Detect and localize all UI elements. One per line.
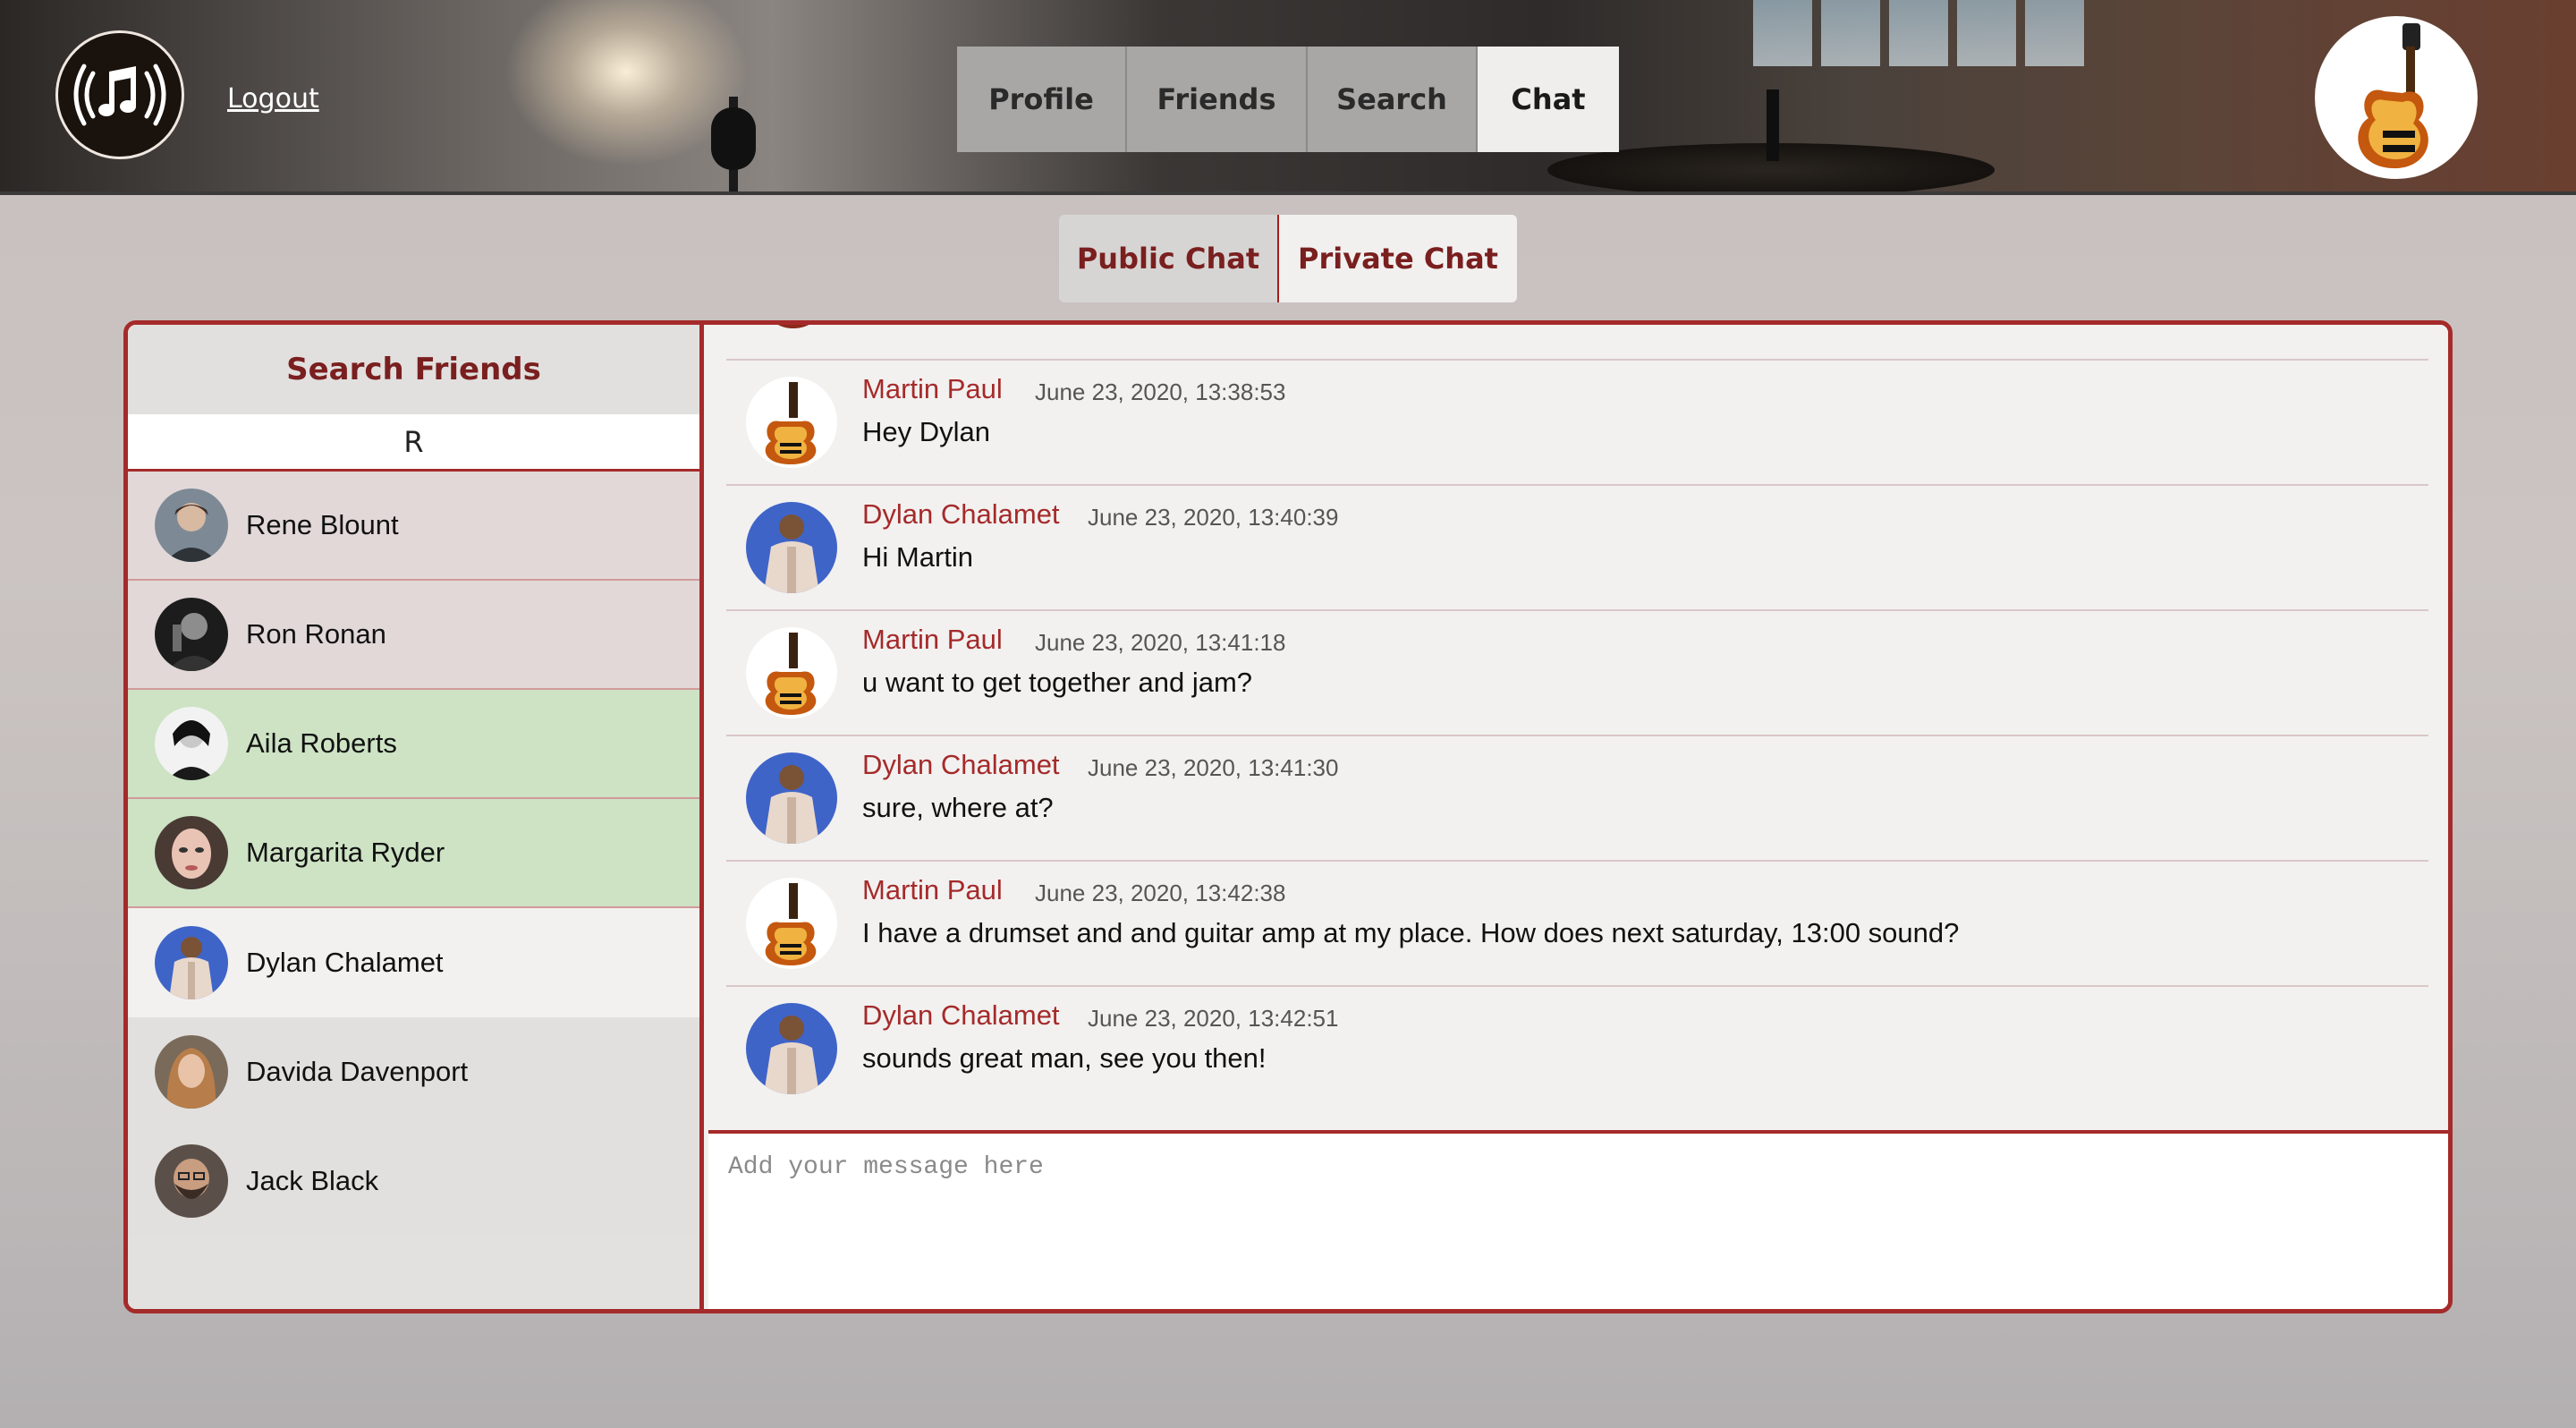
- header-banner: Logout Profile Friends Search Chat: [0, 0, 2576, 195]
- guitar-icon: [746, 627, 837, 718]
- friend-name: Rene Blount: [246, 509, 399, 540]
- message-author[interactable]: Martin Paul: [862, 874, 1003, 906]
- microphone-icon: [711, 107, 756, 170]
- message-text: sounds great man, see you then!: [862, 1042, 1267, 1074]
- friend-name: Jack Black: [246, 1165, 379, 1196]
- friend-item-dylan-chalamet[interactable]: Dylan Chalamet: [128, 908, 699, 1017]
- background-window: [2025, 0, 2084, 66]
- friends-search-input[interactable]: [128, 414, 699, 472]
- avatar: [155, 598, 228, 671]
- message-author[interactable]: Martin Paul: [862, 624, 1003, 656]
- message-item: Dylan Chalamet June 23, 2020, 13:40:39 H…: [726, 486, 2428, 611]
- friend-item-jack-black[interactable]: Jack Black: [128, 1126, 699, 1236]
- message-author[interactable]: Dylan Chalamet: [862, 749, 1060, 781]
- message-timestamp: June 23, 2020, 13:41:18: [1035, 629, 1286, 656]
- message-timestamp: June 23, 2020, 13:41:30: [1088, 754, 1339, 781]
- guitar-icon: [2358, 23, 2428, 169]
- friend-name: Aila Roberts: [246, 727, 397, 759]
- avatar: [155, 707, 228, 780]
- friends-title: Search Friends: [128, 325, 699, 414]
- avatar: [155, 816, 228, 889]
- person-icon: [746, 1003, 837, 1094]
- background-window: [1889, 0, 1948, 66]
- user-avatar[interactable]: [2315, 16, 2478, 179]
- background-window: [1957, 0, 2016, 66]
- friend-name: Ron Ronan: [246, 618, 386, 650]
- message-text: u want to get together and jam?: [862, 667, 1253, 698]
- friend-name: Dylan Chalamet: [246, 947, 444, 978]
- message-input[interactable]: [708, 1134, 2448, 1309]
- message-text: sure, where at?: [862, 792, 1054, 823]
- message-composer: [708, 1130, 2448, 1309]
- friend-item-ron-ronan[interactable]: Ron Ronan: [128, 581, 699, 690]
- tab-private-chat[interactable]: Private Chat: [1279, 215, 1517, 302]
- message-timestamp: June 23, 2020, 13:42:51: [1088, 1005, 1339, 1032]
- friend-item-rene-blount[interactable]: Rene Blount: [128, 472, 699, 581]
- message-timestamp: June 23, 2020, 13:42:38: [1035, 880, 1286, 906]
- message-timestamp: June 23, 2020, 13:40:39: [1088, 504, 1339, 531]
- background-window: [1753, 0, 1812, 66]
- avatar: [155, 489, 228, 562]
- chat-panel: Search Friends Rene Blount Ron Ronan Ail…: [123, 320, 2453, 1313]
- friend-name: Davida Davenport: [246, 1056, 469, 1087]
- friend-item-margarita-ryder[interactable]: Margarita Ryder: [128, 799, 699, 908]
- messages-list: Martin Paul June 23, 2020, 13:38:53 Hey …: [708, 325, 2448, 1130]
- music-note-icon[interactable]: [55, 30, 184, 159]
- message-item: Martin Paul June 23, 2020, 13:38:53 Hey …: [726, 361, 2428, 486]
- tab-public-chat[interactable]: Public Chat: [1059, 215, 1279, 302]
- message-text: I have a drumset and and guitar amp at m…: [862, 917, 1960, 948]
- friend-name: Margarita Ryder: [246, 837, 445, 868]
- message-item: Dylan Chalamet June 23, 2020, 13:41:30 s…: [726, 736, 2428, 862]
- avatar: [155, 926, 228, 999]
- background-window: [1821, 0, 1880, 66]
- tab-profile[interactable]: Profile: [957, 47, 1127, 152]
- avatar: [155, 1035, 228, 1109]
- tab-search[interactable]: Search: [1308, 47, 1478, 152]
- guitar-icon: [746, 878, 837, 969]
- guitar-icon: [746, 377, 837, 468]
- main-nav: Profile Friends Search Chat: [957, 47, 1619, 152]
- friend-item-aila-roberts[interactable]: Aila Roberts: [128, 690, 699, 799]
- message-author[interactable]: Dylan Chalamet: [862, 999, 1060, 1032]
- cymbal-stand: [1767, 89, 1779, 161]
- message-author[interactable]: Martin Paul: [862, 373, 1003, 405]
- person-icon: [746, 502, 837, 593]
- message-timestamp: June 23, 2020, 13:38:53: [1035, 378, 1286, 405]
- message-item: Martin Paul June 23, 2020, 13:41:18 u wa…: [726, 611, 2428, 736]
- message-item: Dylan Chalamet June 23, 2020, 13:42:51 s…: [726, 987, 2428, 1112]
- logout-link[interactable]: Logout: [227, 83, 319, 115]
- chat-type-tabs: Public Chat Private Chat: [1059, 215, 1517, 302]
- avatar: [767, 325, 820, 328]
- friend-item-davida-davenport[interactable]: Davida Davenport: [128, 1017, 699, 1126]
- message-text: Hi Martin: [862, 541, 974, 573]
- person-icon: [746, 752, 837, 844]
- message-author[interactable]: Dylan Chalamet: [862, 498, 1060, 531]
- tab-chat[interactable]: Chat: [1478, 47, 1619, 152]
- tab-friends[interactable]: Friends: [1127, 47, 1308, 152]
- message-text: Hey Dylan: [862, 416, 990, 447]
- avatar: [155, 1144, 228, 1218]
- message-item: Martin Paul June 23, 2020, 13:42:38 I ha…: [726, 862, 2428, 987]
- friends-sidebar: Search Friends Rene Blount Ron Ronan Ail…: [128, 325, 704, 1309]
